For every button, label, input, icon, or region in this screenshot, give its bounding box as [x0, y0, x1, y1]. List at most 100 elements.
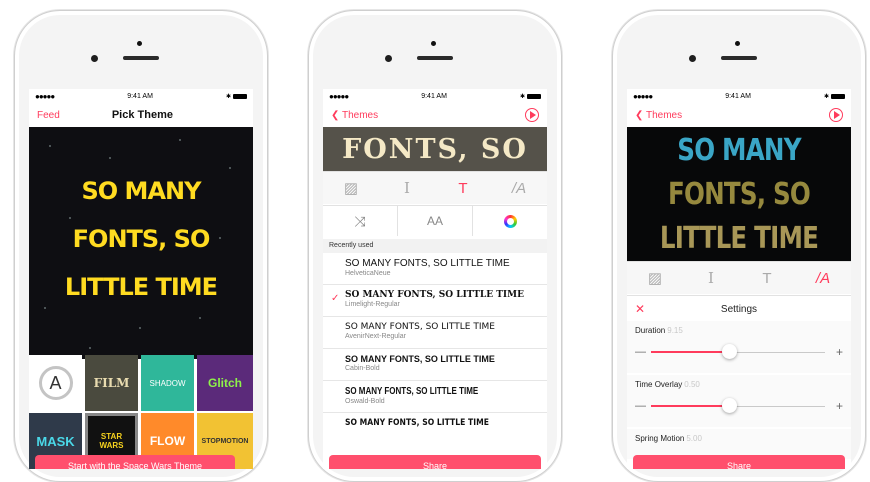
theme-preview: SO MANY FONTS, SO LITTLE TIME [29, 127, 253, 359]
increase-icon[interactable]: + [836, 345, 843, 359]
camera-dot [431, 41, 436, 46]
font-size-icon[interactable]: AA [398, 206, 473, 236]
text-tool-icon[interactable]: T [739, 262, 795, 294]
setting-label-text: Time Overlay [635, 380, 683, 389]
increase-icon[interactable]: + [836, 399, 843, 413]
editor-toolbar: ▨ I T /A [323, 171, 547, 204]
style-tool-icon[interactable]: /A [795, 262, 851, 294]
font-row[interactable]: ✓ SO MANY FONTS, SO LITTLE TIME Limeligh… [323, 285, 547, 317]
status-bar: ●●●●● 9:41 AM ✱ [29, 89, 253, 103]
font-sample: SO MANY FONTS, SO LITTLE TIME [345, 386, 479, 397]
headline-line-2: FONTS, SO [72, 225, 211, 253]
headline-line-3: LITTLE TIME [64, 273, 218, 301]
decrease-icon[interactable]: — [635, 400, 646, 412]
checkmark-icon: ✓ [331, 293, 340, 304]
style-tool-icon[interactable]: /A [491, 172, 547, 204]
back-label: Themes [342, 109, 379, 121]
font-row[interactable]: SO MANY FONTS, SO LITTLE TIME HelveticaN… [323, 253, 547, 285]
image-tool-icon[interactable]: ▨ [627, 262, 683, 294]
phone-font-picker: ●●●●● 9:41 AM ✱ ❮ Themes FONTS, SO ▨ I T… [308, 10, 562, 482]
chevron-left-icon: ❮ [635, 109, 644, 121]
font-sample: SO MANY FONTS, SO LITTLE TIME [345, 354, 495, 364]
setting-value: 0.50 [684, 380, 700, 389]
front-camera [689, 55, 696, 62]
back-to-themes-link[interactable]: ❮ Themes [331, 110, 378, 121]
battery-icon: ✱ [226, 93, 247, 100]
font-sample: SO MANY FONTS, SO LITTLE TIME [345, 290, 524, 300]
setting-duration: Duration 9.15 — + [627, 321, 851, 373]
screen: ●●●●● 9:41 AM ✱ Feed Pick Theme SO MANY … [29, 89, 253, 469]
theme-tile-plain[interactable]: A [29, 355, 82, 411]
font-name: AvenirNext-Regular [345, 333, 406, 340]
theme-tile-shadow[interactable]: SHADOW [141, 355, 194, 411]
nav-bar: ❮ Themes [323, 103, 547, 127]
front-camera [385, 55, 392, 62]
font-sample: SO MANY FONTS, SO LITTLE TIME [345, 258, 510, 269]
font-options-bar: ⤨ AA [323, 205, 547, 236]
setting-label-text: Spring Motion [635, 434, 685, 443]
shuffle-icon[interactable]: ⤨ [323, 206, 398, 236]
font-name: Cabin-Bold [345, 365, 380, 372]
nav-bar: Feed Pick Theme [29, 103, 253, 127]
duration-slider[interactable]: — + [635, 344, 843, 359]
plain-theme-label: A [38, 366, 73, 400]
setting-value: 9.15 [667, 326, 683, 335]
play-icon[interactable] [525, 108, 539, 122]
slider-knob[interactable] [722, 398, 738, 413]
phone-pick-theme: ●●●●● 9:41 AM ✱ Feed Pick Theme SO MANY … [14, 10, 268, 482]
font-name: Limelight-Regular [345, 301, 400, 308]
font-sample: SO MANY FONTS, SO LITTLE TIME [345, 322, 495, 332]
setting-label: Spring Motion 5.00 [627, 429, 851, 443]
feed-link[interactable]: Feed [37, 110, 60, 121]
status-time: 9:41 AM [725, 92, 751, 100]
color-wheel-icon[interactable] [473, 206, 547, 236]
share-button[interactable]: Share [329, 455, 541, 469]
nav-bar: ❮ Themes [627, 103, 851, 127]
theme-tile-glitch[interactable]: Glitch [197, 355, 253, 411]
cursor-tool-icon[interactable]: I [379, 172, 435, 204]
phone-settings: ●●●●● 9:41 AM ✱ ❮ Themes SO MANY FONTS, … [612, 10, 866, 482]
start-theme-button[interactable]: Start with the Space Wars Theme [35, 455, 235, 469]
status-time: 9:41 AM [127, 92, 153, 100]
battery-icon: ✱ [824, 93, 845, 100]
signal-icon: ●●●●● [633, 91, 653, 101]
play-icon[interactable] [829, 108, 843, 122]
signal-icon: ●●●●● [35, 91, 55, 101]
settings-title: Settings [720, 303, 758, 315]
font-row[interactable]: SO MANY FONTS, SO LITTLE TIME Oswald-Bol… [323, 381, 547, 413]
theme-preview: SO MANY FONTS, SO LITTLE TIME [627, 127, 851, 261]
decrease-icon[interactable]: — [635, 346, 646, 358]
battery-icon: ✱ [520, 93, 541, 100]
screen: ●●●●● 9:41 AM ✱ ❮ Themes SO MANY FONTS, … [627, 89, 851, 469]
font-name: Oswald-Bold [345, 398, 385, 405]
back-label: Themes [646, 109, 683, 121]
chevron-left-icon: ❮ [331, 109, 340, 121]
earpiece-speaker [123, 56, 159, 60]
setting-label: Duration 9.15 [627, 321, 851, 335]
setting-label-text: Duration [635, 326, 666, 335]
font-row[interactable]: SO MANY FONTS, SO LITTLE TIME AvenirNext… [323, 317, 547, 349]
font-row[interactable]: SO MANY FONTS, SO LITTLE TIME [323, 413, 547, 445]
headline-line-3: LITTLE TIME [659, 221, 819, 256]
font-name: HelveticaNeue [345, 270, 391, 277]
font-row[interactable]: SO MANY FONTS, SO LITTLE TIME Cabin-Bold [323, 349, 547, 381]
camera-dot [735, 41, 740, 46]
close-icon[interactable]: ✕ [635, 302, 645, 316]
page-title: Pick Theme [111, 109, 173, 121]
back-to-themes-link[interactable]: ❮ Themes [635, 110, 682, 121]
theme-tile-film[interactable]: FILM [85, 355, 138, 411]
headline-line-1: SO MANY [81, 177, 202, 205]
front-camera [91, 55, 98, 62]
image-tool-icon[interactable]: ▨ [323, 172, 379, 204]
slider-knob[interactable] [722, 344, 738, 359]
time-overlay-slider[interactable]: — + [635, 398, 843, 413]
preview-banner: FONTS, SO [323, 127, 547, 171]
setting-label: Time Overlay 0.50 [627, 375, 851, 389]
text-tool-icon[interactable]: T [435, 172, 491, 204]
slider-fill [651, 351, 730, 353]
cursor-tool-icon[interactable]: I [683, 262, 739, 294]
headline-line-2: FONTS, SO [668, 177, 811, 212]
setting-value: 5.00 [686, 434, 702, 443]
share-button[interactable]: Share [633, 455, 845, 469]
settings-header: ✕ Settings [627, 295, 851, 322]
